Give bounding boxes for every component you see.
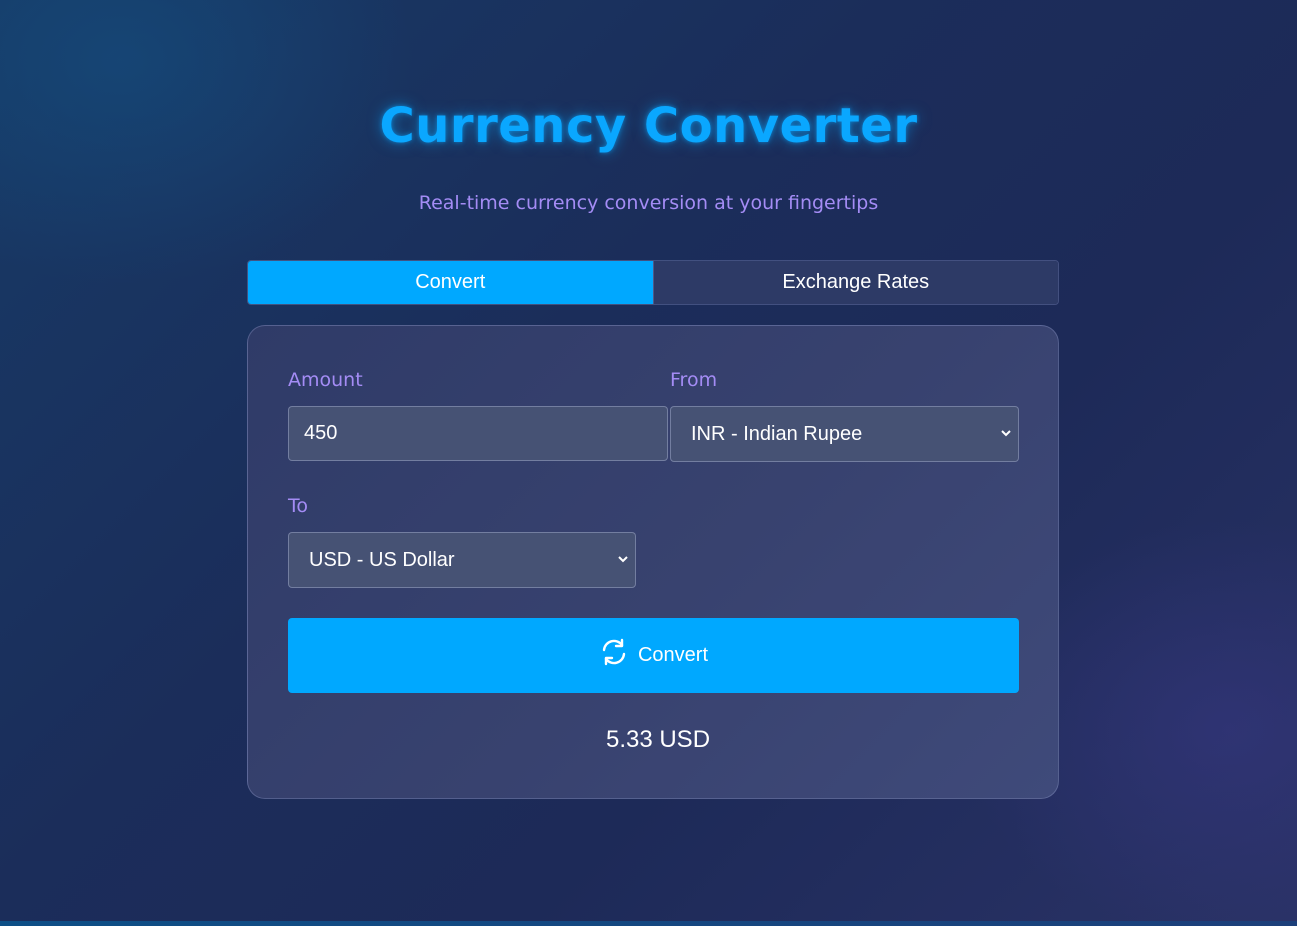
amount-value: 450: [304, 422, 338, 444]
chevron-down-icon: [1001, 430, 1011, 437]
page-title: Currency Converter: [379, 98, 918, 154]
convert-button[interactable]: Convert: [288, 618, 1019, 693]
amount-input[interactable]: 450: [288, 406, 668, 461]
amount-label: Amount: [288, 369, 363, 391]
to-currency-select[interactable]: USD - US Dollar: [288, 532, 636, 588]
convert-button-label: Convert: [637, 644, 709, 666]
tab-convert[interactable]: Convert: [248, 261, 653, 304]
tab-exchange-rates[interactable]: Exchange Rates: [652, 261, 1058, 304]
converter-card: Amount 450 From INR - Indian Rupee To US…: [247, 325, 1059, 799]
conversion-result: 5.33 USD: [605, 726, 711, 753]
chevron-down-icon: [618, 556, 628, 563]
refresh-icon: [602, 638, 626, 665]
from-label: From: [670, 369, 718, 391]
bottom-strip: [0, 921, 1297, 926]
page-subtitle: Real-time currency conversion at your fi…: [418, 192, 879, 214]
to-label: To: [288, 495, 309, 517]
to-currency-value: USD - US Dollar: [309, 548, 455, 571]
from-currency-value: INR - Indian Rupee: [691, 422, 863, 445]
tab-bar: Convert Exchange Rates: [247, 260, 1059, 305]
from-currency-select[interactable]: INR - Indian Rupee: [670, 406, 1019, 462]
